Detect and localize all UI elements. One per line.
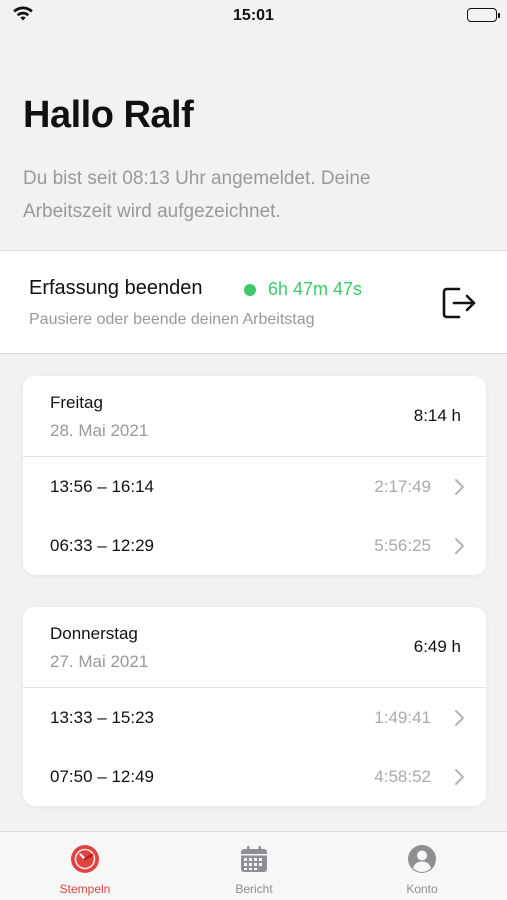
tracking-hint: Pausiere oder beende deinen Arbeitstag [29,311,315,328]
page-subtitle: Du bist seit 08:13 Uhr angemeldet. Deine… [23,168,371,222]
chevron-right-icon [455,479,464,495]
calendar-icon [241,846,267,872]
entry-range: 06:33 – 12:29 [50,536,154,555]
status-time: 15:01 [233,7,274,24]
tab-stempeln[interactable]: Stempeln [25,832,145,900]
day-name: Freitag [50,393,103,412]
time-entry-row[interactable]: 07:50 – 12:49 4:58:52 [23,757,486,797]
stop-tracking-row[interactable]: Erfassung beenden 6h 47m 47s Pausiere od… [0,250,507,354]
day-card: Donnerstag 27. Mai 2021 6:49 h 13:33 – 1… [23,607,486,806]
time-entry-row[interactable]: 13:56 – 16:14 2:17:49 [23,467,486,507]
day-total: 8:14 h [413,406,461,425]
status-bar: 15:01 [0,0,507,32]
entry-duration: 4:58:52 [374,767,431,786]
time-entry-row[interactable]: 06:33 – 12:29 5:56:25 [23,526,486,566]
day-name: Donnerstag [50,624,138,643]
chevron-right-icon [455,538,464,554]
day-date: 28. Mai 2021 [50,421,149,440]
account-icon [408,845,436,873]
header: Hallo Ralf Du bist seit 08:13 Uhr angeme… [0,32,507,250]
divider [23,456,486,457]
battery-icon [467,8,500,22]
tab-label: Bericht [235,882,273,896]
entry-range: 13:56 – 16:14 [50,477,154,496]
tracking-timer: 6h 47m 47s [268,279,363,299]
stop-tracking-label: Erfassung beenden [29,277,203,299]
day-date: 27. Mai 2021 [50,652,149,671]
logout-icon[interactable] [439,285,479,321]
entry-range: 13:33 – 15:23 [50,708,154,727]
chevron-right-icon [455,769,464,785]
chevron-right-icon [455,710,464,726]
entry-duration: 1:49:41 [374,708,431,727]
day-total: 6:49 h [413,637,461,656]
divider [23,687,486,688]
tab-konto[interactable]: Konto [362,832,482,900]
entry-duration: 2:17:49 [374,477,431,496]
time-entry-row[interactable]: 13:33 – 15:23 1:49:41 [23,698,486,738]
tab-bar: Stempeln Bericht Konto [0,831,507,900]
wifi-icon [12,6,34,27]
tracking-status-dot [244,284,256,296]
page-title: Hallo Ralf [23,94,194,136]
day-card: Freitag 28. Mai 2021 8:14 h 13:56 – 16:1… [23,376,486,575]
stopwatch-icon [71,845,99,873]
tab-bericht[interactable]: Bericht [194,832,314,900]
tab-label: Stempeln [59,882,111,896]
entry-range: 07:50 – 12:49 [50,767,154,786]
entry-duration: 5:56:25 [374,536,431,555]
tab-label: Konto [406,882,438,896]
